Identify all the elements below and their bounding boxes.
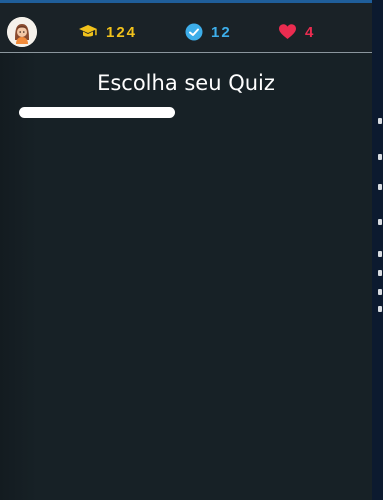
lives-value: 4 <box>305 23 316 41</box>
user-avatar-icon <box>7 17 37 47</box>
lives-counter[interactable]: 4 <box>278 21 315 43</box>
heart-icon <box>279 24 296 39</box>
edge-indicators <box>378 118 383 318</box>
page-title: Escolha seu Quiz <box>97 71 275 95</box>
xp-value: 124 <box>106 23 138 41</box>
graduation-cap-icon <box>79 25 97 37</box>
user-avatar[interactable] <box>7 17 37 47</box>
completed-counter[interactable]: 12 <box>185 21 232 43</box>
xp-counter[interactable]: 124 <box>78 21 137 43</box>
completed-value: 12 <box>211 23 232 41</box>
quiz-app: 124 12 4 Escolha seu Quiz <box>0 0 372 500</box>
check-badge-icon <box>185 23 203 41</box>
header-bar: 124 12 4 <box>0 3 372 53</box>
quiz-search-bar[interactable] <box>19 107 175 118</box>
